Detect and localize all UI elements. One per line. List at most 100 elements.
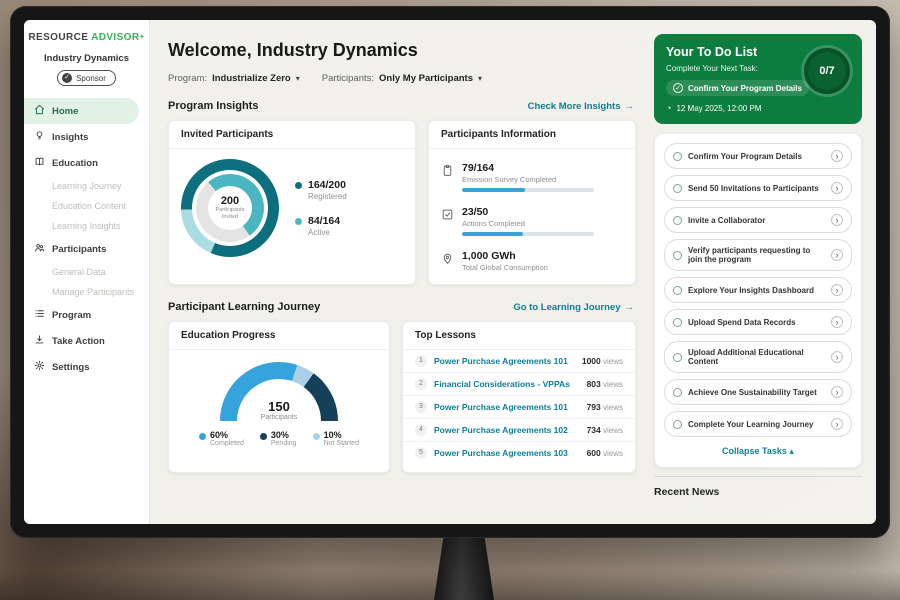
chevron-right-icon: › [831,418,843,430]
sidebar-item-insights[interactable]: Insights [24,124,149,150]
legend-active: 84/164 Active [295,215,347,237]
gear-icon [34,360,45,374]
sidebar-item-learning-journey[interactable]: Learning Journey [24,176,149,196]
sponsor-badge: ✓ Sponsor [57,70,116,86]
participants-filter-value: Only My Participants [379,73,473,84]
checkbox-icon[interactable] [673,286,682,295]
task-row-9[interactable]: Complete Your Learning Journey › [664,411,852,437]
top-lessons-card: Top Lessons 1 Power Purchase Agreements … [402,321,636,473]
invited-participants-card: Invited Participants 200 Participants In… [168,120,416,285]
dashboard-screen: RESOURCE ADVISOR+ Industry Dynamics ✓ Sp… [24,20,876,524]
task-row-5[interactable]: Explore Your Insights Dashboard › [664,277,852,303]
task-row-3[interactable]: Invite a Collaborator › [664,207,852,233]
progress-fill-0 [462,188,525,192]
task-row-8[interactable]: Achieve One Sustainability Target › [664,379,852,405]
lesson-row-5[interactable]: 5 Power Purchase Agreements 103 600 view… [403,442,635,464]
program-insights-header: Program Insights Check More Insights → [168,100,634,112]
legend-pending: 30% Pending [260,430,297,447]
go-to-learning-journey-link[interactable]: Go to Learning Journey → [513,302,634,313]
learning-cards: Education Progress 150 Participants [168,321,636,473]
not-started-dot [313,433,320,440]
check-more-insights-link[interactable]: Check More Insights → [528,101,634,112]
participants-icon [34,242,45,256]
invited-card-title: Invited Participants [169,121,415,149]
legend-registered: 164/200 Registered [295,179,347,201]
legend-completed: 60% Completed [199,430,244,447]
page-title: Welcome, Industry Dynamics [168,40,636,61]
registered-dot [295,182,302,189]
invited-center-value: 200 [221,195,239,207]
lesson-row-1[interactable]: 1 Power Purchase Agreements 101 1000 vie… [403,350,635,373]
emission-progress-bar [462,188,594,192]
chevron-down-icon: ▾ [478,74,482,83]
sponsor-icon: ✓ [62,73,72,83]
gauge-center-value: 150 [220,399,338,414]
invited-center-label: Participants Invited [213,207,247,221]
task-row-6[interactable]: Upload Spend Data Records › [664,309,852,335]
checkbox-icon[interactable] [673,216,682,225]
todo-next-task[interactable]: ✓ Confirm Your Program Details [666,80,809,96]
insights-icon [34,130,45,144]
lesson-row-3[interactable]: 3 Power Purchase Agreements 101 793 view… [403,396,635,419]
chevron-up-icon: ▴ [789,446,794,456]
arrow-right-icon: → [625,302,635,313]
checkbox-icon[interactable] [673,184,682,193]
collapse-tasks-button[interactable]: Collapse Tasks ▴ [664,443,852,463]
progress-fill-1 [462,232,523,236]
clock-icon: ◔ [666,103,671,113]
program-filter-value: Industrialize Zero [212,73,291,84]
lesson-row-4[interactable]: 4 Power Purchase Agreements 102 734 view… [403,419,635,442]
education-progress-card: Education Progress 150 Participants [168,321,390,473]
pending-dot [260,433,267,440]
todo-progress-ring: 0/7 [804,48,850,94]
todo-panel: Your To Do List Complete Your Next Task:… [650,20,876,524]
sidebar-item-education-content[interactable]: Education Content [24,196,149,216]
sidebar-item-home[interactable]: Home [24,98,139,124]
take-action-icon [34,334,45,348]
sidebar-item-settings[interactable]: Settings [24,354,149,380]
chevron-right-icon: › [831,351,843,363]
consumption-row: 1,000 GWh Total Global Consumption [441,243,623,279]
invited-donut-chart: 200 Participants Invited [181,159,279,257]
participants-filter[interactable]: Participants: Only My Participants ▾ [322,73,482,84]
chevron-right-icon: › [831,284,843,296]
recent-news-title: Recent News [654,476,862,498]
completed-dot [199,433,206,440]
todo-tasks-card: Confirm Your Program Details › Send 50 I… [654,133,862,468]
actions-completed-row: 23/50 Actions Completed [441,199,623,243]
invited-legend: 164/200 Registered 84/164 Active [295,179,347,237]
education-legend: 60% Completed 30% Pending [169,430,389,447]
sidebar-item-learning-insights[interactable]: Learning Insights [24,216,149,236]
checkbox-icon[interactable] [673,353,682,362]
sidebar-item-take-action[interactable]: Take Action [24,328,149,354]
arrow-right-icon: → [625,101,635,112]
task-row-1[interactable]: Confirm Your Program Details › [664,143,852,169]
checkbox-icon[interactable] [673,152,682,161]
sidebar-item-general-data[interactable]: General Data [24,262,149,282]
sidebar-item-manage-participants[interactable]: Manage Participants [24,282,149,302]
monitor-stand [434,536,494,600]
checkbox-icon[interactable] [673,251,682,260]
task-row-2[interactable]: Send 50 Invitations to Participants › [664,175,852,201]
learning-journey-title: Participant Learning Journey [168,301,320,313]
check-circle-icon: ✓ [673,83,683,93]
sponsor-label: Sponsor [76,74,106,83]
lesson-row-2[interactable]: 2 Financial Considerations - VPPAs 803 v… [403,373,635,396]
todo-header-card: Your To Do List Complete Your Next Task:… [654,34,862,124]
sidebar-item-program[interactable]: Program [24,302,149,328]
actions-progress-bar [462,232,594,236]
chevron-right-icon: › [831,386,843,398]
program-filter[interactable]: Program: Industrialize Zero ▾ [168,73,300,84]
sidebar-nav: Home Insights Education Learning Journey… [24,98,149,380]
sidebar-item-participants[interactable]: Participants [24,236,149,262]
active-dot [295,218,302,225]
checkbox-icon[interactable] [673,420,682,429]
main-content: Welcome, Industry Dynamics Program: Indu… [150,20,650,524]
task-row-7[interactable]: Upload Additional Educational Content › [664,341,852,373]
sidebar-item-education[interactable]: Education [24,150,149,176]
checkbox-icon[interactable] [673,318,682,327]
survey-icon [441,162,454,192]
checkbox-icon[interactable] [673,388,682,397]
chevron-right-icon: › [831,150,843,162]
task-row-4[interactable]: Verify participants requesting to join t… [664,239,852,271]
